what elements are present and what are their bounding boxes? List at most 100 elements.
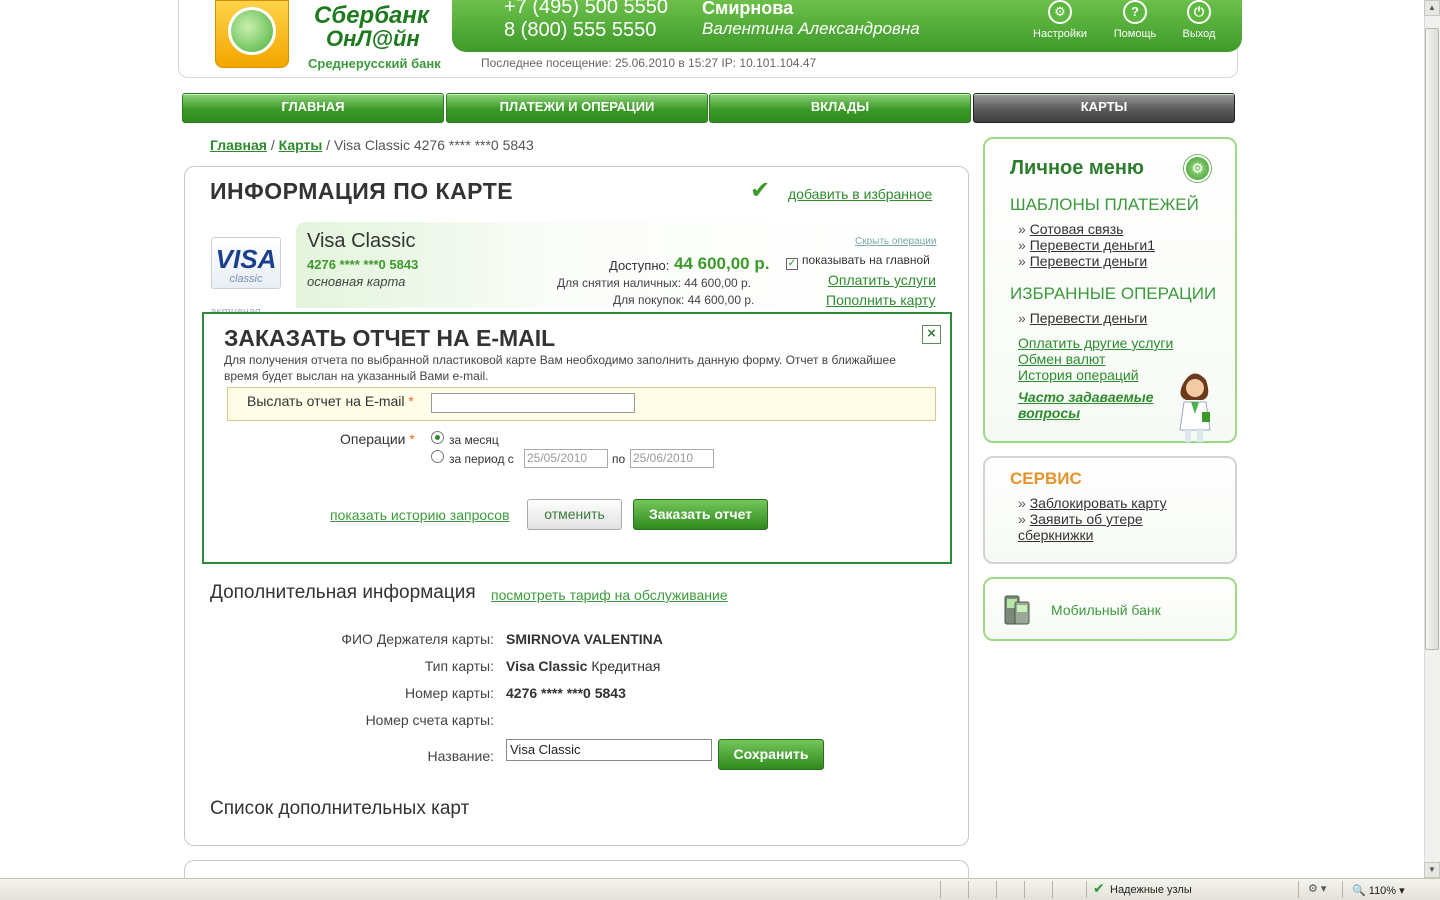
bullet: » [1018,495,1026,511]
order-report-button[interactable]: Заказать отчет [633,499,768,530]
card-number: 4276 **** ***0 5843 [307,257,419,272]
help-button[interactable]: ? Помощь [1100,0,1170,40]
status-separator [1342,881,1343,898]
hide-operations-link[interactable]: Скрыть операции [855,236,936,247]
settings-button[interactable]: ⚙ Настройки [1025,0,1095,40]
card-type-label: Тип карты: [424,658,494,674]
cancel-button[interactable]: отменить [527,499,622,530]
breadcrumb-cards[interactable]: Карты [279,137,323,153]
tab-main[interactable]: ГЛАВНАЯ [182,93,444,123]
status-separator [1024,881,1025,898]
card-alias-input[interactable]: Visa Classic [506,739,712,761]
zoom-level[interactable]: 🔍 110% ▾ [1352,884,1405,897]
report-loss-link[interactable]: Заявить об утере сберкнижки [1018,511,1143,543]
radio-month-label: за месяц [449,433,499,447]
service-title: СЕРВИС [1010,469,1082,488]
block-card-link[interactable]: Заблокировать карту [1030,495,1167,511]
breadcrumb-current: Visa Classic 4276 **** ***0 5843 [333,137,534,153]
assistant-avatar-icon [1179,373,1211,442]
card-name: Visa Classic [307,230,416,252]
mobile-phone-icon [1004,595,1030,625]
currency-exchange-link[interactable]: Обмен валют [1018,351,1105,367]
template-item: » Сотовая связь [1018,221,1123,237]
sberbank-logo-icon[interactable] [215,0,289,68]
card-type-value-bold: Visa Classic [506,658,588,674]
pay-services-link[interactable]: Оплатить услуги [828,272,936,288]
close-icon[interactable]: × [922,325,941,344]
additional-info-title: Дополнительная информация [210,582,476,603]
breadcrumb-sep: / [266,137,279,153]
template-link[interactable]: Перевести деньги [1030,253,1148,269]
service-item: » Заявить об утере сберкнижки [1018,511,1168,543]
date-to-input[interactable]: 25/06/2010 [630,449,714,468]
show-on-main-label: показывать на главной [802,253,930,267]
last-visit-info: Последнее посещение: 25.06.2010 в 15:27 … [481,56,817,70]
date-from-input[interactable]: 25/05/2010 [524,449,608,468]
checkbox-checked-icon[interactable]: ✓ [786,258,798,270]
bullet: » [1018,511,1026,527]
radio-month[interactable] [431,431,444,444]
faq-link[interactable]: Часто задаваемые вопросы [1018,389,1168,421]
email-input[interactable] [431,393,635,413]
request-history-link[interactable]: показать историю запросов [330,507,510,523]
template-link[interactable]: Сотовая связь [1030,221,1124,237]
tariff-link[interactable]: посмотреть тариф на обслуживание [491,587,728,603]
operations-label: Операции * [340,431,415,447]
mobile-bank-label[interactable]: Мобильный банк [1051,602,1161,618]
phone-free: 8 (800) 555 5550 [504,19,657,41]
date-to-label: по [612,452,626,466]
tab-cards[interactable]: КАРТЫ [973,93,1235,123]
status-separator [996,881,997,898]
settings-label: Настройки [1033,28,1087,40]
operations-label-text: Операции [340,431,406,447]
radio-period[interactable] [431,450,444,463]
bullet: » [1018,221,1026,237]
show-on-main-checkbox[interactable]: ✓ показывать на главной [786,253,930,270]
status-separator [1052,881,1053,898]
template-link[interactable]: Перевести деньги1 [1030,237,1155,253]
top-up-card-link[interactable]: Пополнить карту [826,292,936,308]
save-button[interactable]: Сохранить [718,739,824,770]
purchase-limit: Для покупок: 44 600,00 р. [613,293,755,307]
gear-icon: ⚙ [1048,0,1072,24]
card-type-value: Visa Classic Кредитная [506,658,660,674]
brand-subtitle: Среднерусский банк [308,56,441,71]
card-number-value: 4276 **** ***0 5843 [506,685,626,701]
extra-cards-title: Список дополнительных карт [210,798,470,819]
account-number-label: Номер счета карты: [365,712,494,728]
question-icon: ? [1123,0,1147,24]
scrollbar-thumb[interactable] [1425,28,1439,650]
required-mark: * [409,431,415,447]
operations-history-link[interactable]: История операций [1018,367,1139,383]
add-favorite-link[interactable]: добавить в избранное [788,186,932,202]
scroll-up-icon[interactable]: ▲ [1424,0,1440,16]
service-item: » Заблокировать карту [1018,495,1167,511]
security-zone: Надежные узлы [1110,884,1192,896]
template-item: » Перевести деньги [1018,253,1147,269]
pay-other-services-link[interactable]: Оплатить другие услуги [1018,335,1173,351]
scroll-down-icon[interactable]: ▼ [1424,862,1440,878]
email-label-text: Выслать отчет на E-mail [247,393,405,409]
protected-mode-icon[interactable]: ⚙ ▾ [1308,882,1326,895]
power-icon: ⏻ [1187,0,1211,24]
templates-title: ШАБЛОНЫ ПЛАТЕЖЕЙ [1010,195,1199,214]
tab-deposits[interactable]: ВКЛАДЫ [709,93,971,123]
status-separator [968,881,969,898]
status-separator [1086,881,1087,898]
favorite-link[interactable]: Перевести деньги [1030,310,1148,326]
zoom-value: 110% [1368,885,1397,897]
bullet: » [1018,310,1026,326]
phone-moscow: +7 (495) 500 5550 [504,0,669,18]
breadcrumb-home[interactable]: Главная [210,137,267,153]
favorite-item: » Перевести деньги [1018,310,1147,326]
user-name: Валентина Александровна [702,19,920,38]
gear-icon[interactable]: ⚙ [1184,155,1211,182]
logout-label: Выход [1182,28,1216,40]
email-label: Выслать отчет на E-mail * [247,393,414,409]
checkmark-icon: ✔ [750,177,771,204]
trusted-zone-check-icon: ✔ [1093,880,1105,896]
card-type: основная карта [307,274,406,289]
logout-button[interactable]: ⏻ Выход [1164,0,1234,40]
tab-payments[interactable]: ПЛАТЕЖИ И ОПЕРАЦИИ [446,93,708,123]
cash-limit: Для снятия наличных: 44 600,00 р. [557,276,752,290]
